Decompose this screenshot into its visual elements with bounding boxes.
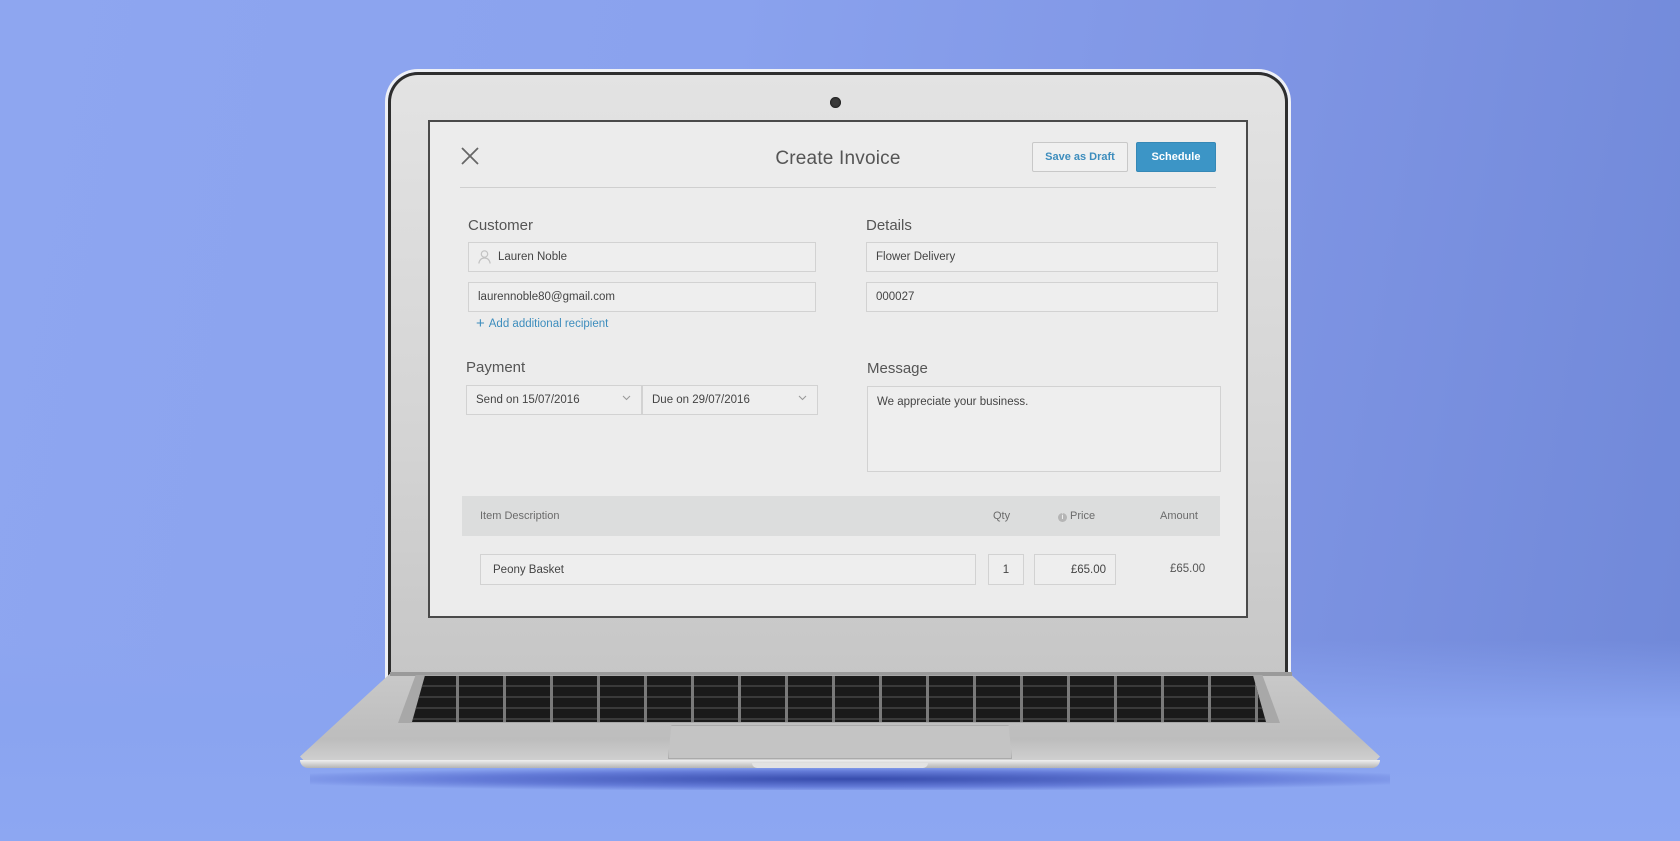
items-table-header: Item Description Qty i Price Amount: [462, 496, 1220, 536]
item-amount: £65.00: [1170, 563, 1206, 575]
item-qty-field[interactable]: 1: [988, 554, 1024, 585]
laptop-shadow: [310, 768, 1390, 790]
trackpad: [668, 725, 1012, 759]
due-date-value: Due on 29/07/2016: [652, 394, 750, 406]
schedule-button[interactable]: Schedule: [1136, 142, 1216, 172]
column-price-label: Price: [1070, 510, 1096, 522]
lid-notch: [752, 763, 928, 768]
column-amount: Amount: [1160, 510, 1198, 522]
invoice-title-field[interactable]: Flower Delivery: [866, 242, 1218, 272]
chevron-down-icon: [622, 395, 631, 401]
customer-email-value: laurennoble80@gmail.com: [478, 291, 615, 303]
chevron-down-icon: [798, 395, 807, 401]
send-date-select[interactable]: Send on 15/07/2016: [466, 385, 642, 415]
invoice-title-value: Flower Delivery: [876, 251, 956, 263]
column-price: i Price: [1058, 510, 1095, 522]
details-section-label: Details: [866, 217, 912, 234]
invoice-number-field[interactable]: 000027: [866, 282, 1218, 312]
send-date-value: Send on 15/07/2016: [476, 394, 580, 406]
column-item-description: Item Description: [480, 510, 560, 522]
webcam: [830, 97, 841, 108]
invoice-header: Create Invoice Save as Draft Schedule: [460, 122, 1216, 188]
payment-section-label: Payment: [466, 359, 526, 376]
customer-name-field[interactable]: Lauren Noble: [468, 242, 816, 272]
laptop-screen: Create Invoice Save as Draft Schedule Cu…: [428, 120, 1248, 618]
customer-section-label: Customer: [468, 217, 534, 234]
customer-name-value: Lauren Noble: [498, 251, 568, 263]
person-icon: [478, 250, 491, 264]
add-recipient-label: Add additional recipient: [488, 317, 609, 330]
keyboard: [412, 676, 1266, 722]
item-description-field[interactable]: Peony Basket: [480, 554, 976, 585]
message-textarea[interactable]: We appreciate your business.: [867, 386, 1221, 472]
message-section-label: Message: [867, 360, 928, 377]
item-price-field[interactable]: £65.00: [1034, 554, 1116, 585]
save-as-draft-button[interactable]: Save as Draft: [1032, 142, 1128, 172]
info-icon[interactable]: i: [1058, 513, 1067, 522]
customer-email-field[interactable]: laurennoble80@gmail.com: [468, 282, 816, 312]
due-date-select[interactable]: Due on 29/07/2016: [642, 385, 818, 415]
add-recipient-link[interactable]: + Add additional recipient: [476, 316, 608, 331]
invoice-number-value: 000027: [876, 291, 915, 303]
plus-icon: +: [476, 315, 485, 332]
column-qty: Qty: [993, 510, 1011, 522]
